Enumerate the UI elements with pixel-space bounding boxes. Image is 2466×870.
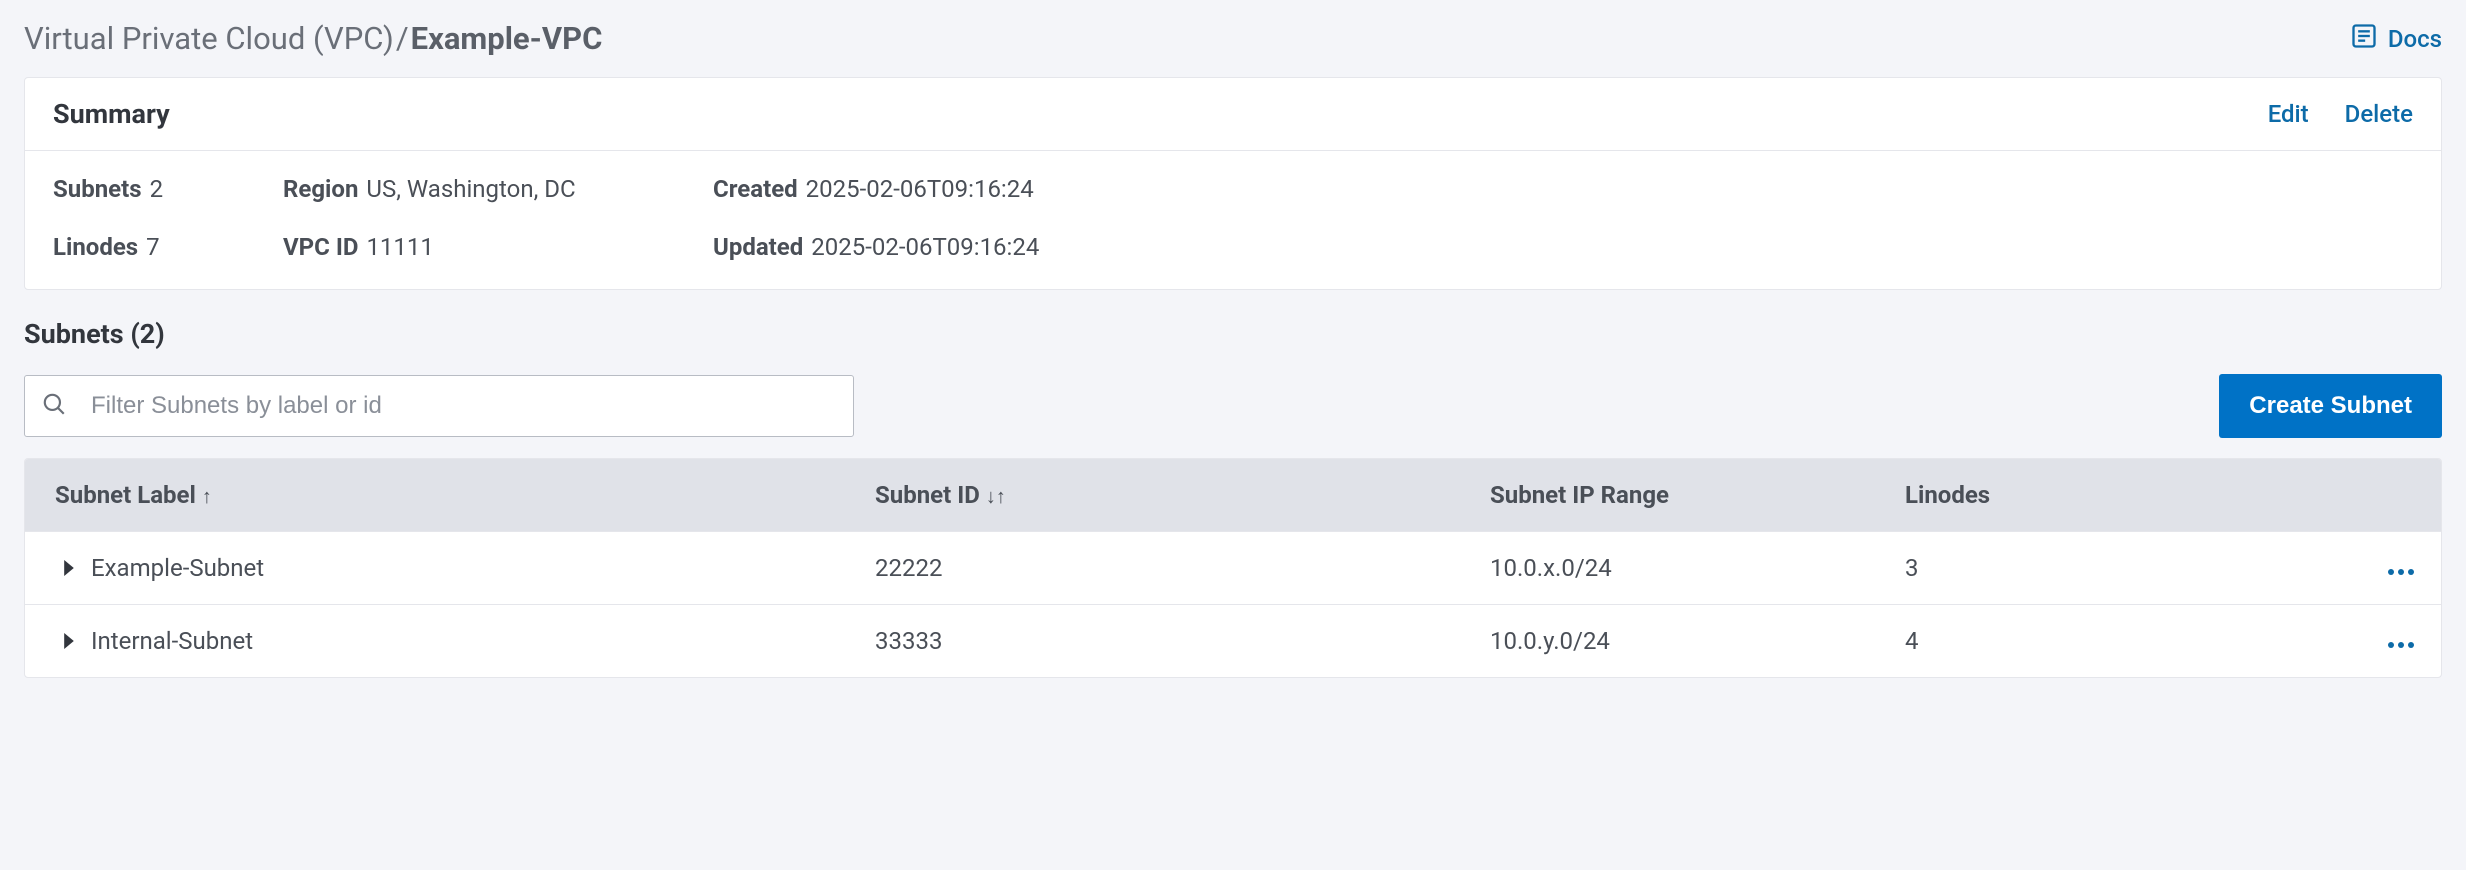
subnet-id-cell: 33333: [855, 605, 1470, 677]
kebab-icon: [2387, 554, 2415, 582]
col-subnet-label-text: Subnet Label: [55, 481, 196, 509]
col-subnet-id-text: Subnet ID: [875, 481, 980, 509]
sort-both-icon: ↓↑: [986, 484, 1006, 508]
subnets-table-header: Subnet Label↑ Subnet ID↓↑ Subnet IP Rang…: [25, 459, 2441, 531]
summary-linodes: Linodes 7: [53, 233, 273, 261]
subnet-label-cell: Internal-Subnet: [91, 627, 253, 655]
summary-vpcid-value: 11111: [366, 233, 433, 261]
summary-card: Summary Edit Delete Subnets 2 Region US, W…: [24, 77, 2442, 290]
summary-updated-label: Updated: [713, 233, 803, 261]
summary-subnets-label: Subnets: [53, 175, 142, 203]
col-subnet-range: Subnet IP Range: [1470, 459, 1885, 531]
summary-created: Created 2025-02-06T09:16:24: [713, 175, 1213, 203]
subnet-label-cell: Example-Subnet: [91, 554, 264, 582]
docs-link-label: Docs: [2388, 25, 2442, 53]
col-linodes: Linodes: [1885, 459, 2315, 531]
expand-row-toggle[interactable]: [61, 633, 77, 649]
subnet-linodes-cell: 4: [1885, 605, 2315, 677]
summary-region: Region US, Washington, DC: [283, 175, 703, 203]
row-actions-menu[interactable]: [2315, 605, 2442, 677]
col-actions: [2315, 473, 2442, 517]
summary-region-label: Region: [283, 175, 358, 203]
summary-created-value: 2025-02-06T09:16:24: [806, 175, 1034, 203]
col-subnet-id[interactable]: Subnet ID↓↑: [855, 459, 1470, 531]
subnets-section-title: Subnets (2): [24, 318, 2442, 350]
subnet-range-cell: 10.0.y.0/24: [1470, 605, 1885, 677]
subnet-search-input[interactable]: [91, 392, 837, 420]
subnet-id-cell: 22222: [855, 532, 1470, 604]
summary-title: Summary: [53, 98, 170, 130]
sort-asc-icon: ↑: [202, 484, 212, 508]
summary-updated: Updated 2025-02-06T09:16:24: [713, 233, 1213, 261]
summary-linodes-label: Linodes: [53, 233, 138, 261]
col-subnet-label[interactable]: Subnet Label↑: [25, 459, 855, 531]
summary-vpcid-label: VPC ID: [283, 233, 358, 261]
create-subnet-button[interactable]: Create Subnet: [2219, 374, 2442, 438]
expand-row-toggle[interactable]: [61, 560, 77, 576]
subnet-range-cell: 10.0.x.0/24: [1470, 532, 1885, 604]
summary-updated-value: 2025-02-06T09:16:24: [811, 233, 1039, 261]
edit-link[interactable]: Edit: [2268, 100, 2309, 128]
summary-subnets-value: 2: [150, 175, 164, 203]
breadcrumb-parent[interactable]: Virtual Private Cloud (VPC): [24, 20, 394, 57]
summary-linodes-value: 7: [146, 233, 160, 261]
summary-vpcid: VPC ID 11111: [283, 233, 703, 261]
summary-region-value: US, Washington, DC: [366, 175, 575, 203]
docs-icon: [2350, 22, 2378, 56]
table-row: Example-Subnet 22222 10.0.x.0/24 3: [25, 531, 2441, 604]
kebab-icon: [2387, 627, 2415, 655]
search-icon: [41, 391, 91, 421]
docs-link[interactable]: Docs: [2350, 22, 2442, 56]
breadcrumb-separator: /: [396, 20, 409, 57]
breadcrumb-current: Example-VPC: [411, 20, 603, 57]
subnets-table: Subnet Label↑ Subnet ID↓↑ Subnet IP Rang…: [24, 458, 2442, 678]
row-actions-menu[interactable]: [2315, 532, 2442, 604]
table-row: Internal-Subnet 33333 10.0.y.0/24 4: [25, 604, 2441, 677]
summary-subnets: Subnets 2: [53, 175, 273, 203]
subnet-linodes-cell: 3: [1885, 532, 2315, 604]
delete-link[interactable]: Delete: [2345, 100, 2413, 128]
subnet-search-box[interactable]: [24, 375, 854, 437]
breadcrumb: Virtual Private Cloud (VPC)/Example-VPC: [24, 20, 602, 57]
summary-created-label: Created: [713, 175, 798, 203]
